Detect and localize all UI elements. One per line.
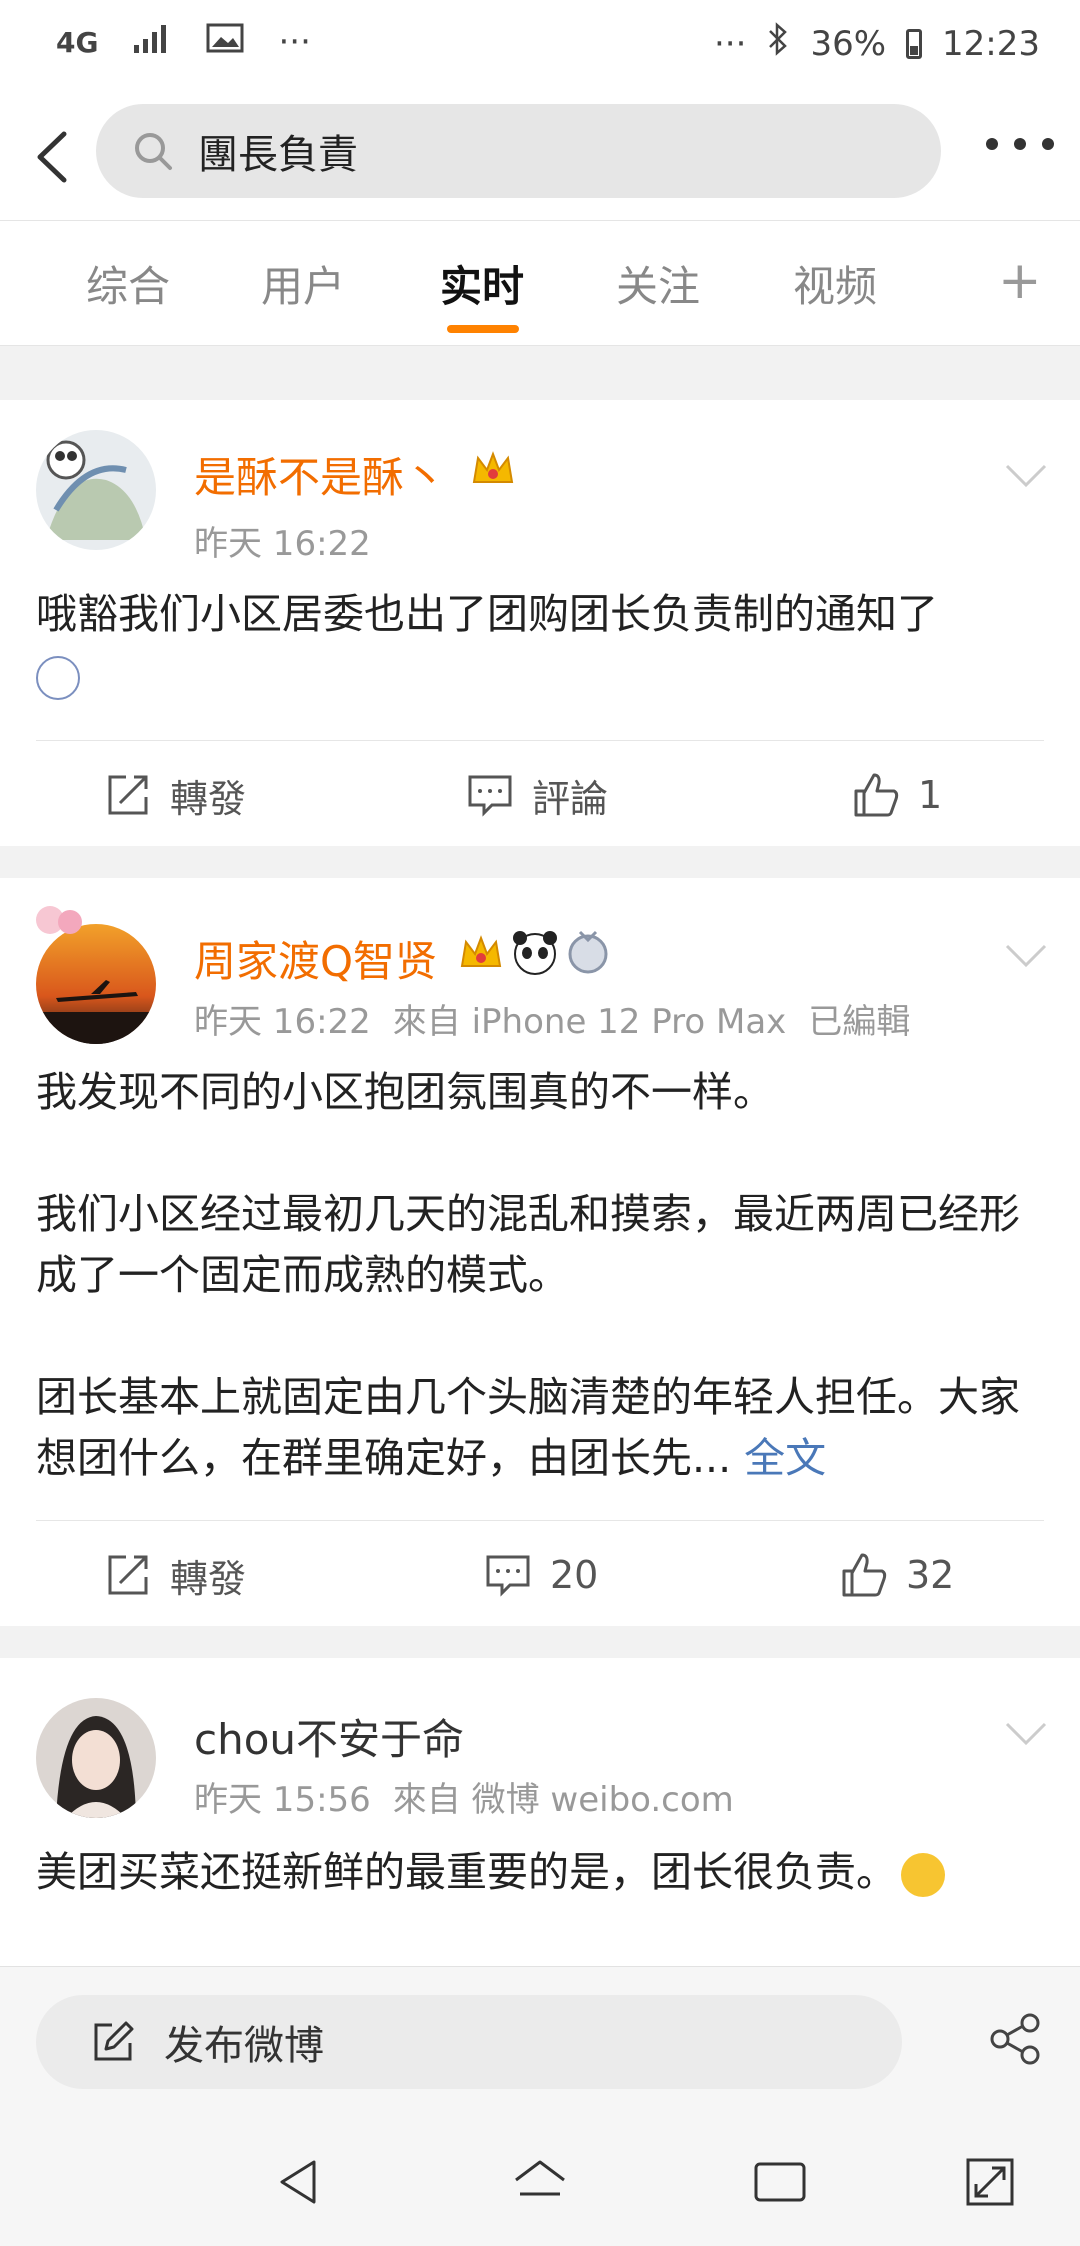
compose-label: 发布微博: [164, 2023, 324, 2069]
search-icon: [135, 133, 172, 170]
comment-button[interactable]: 20: [484, 1520, 598, 1630]
search-input[interactable]: 團長負責: [96, 104, 941, 198]
nav-recents-icon[interactable]: [748, 2150, 812, 2214]
back-arrow-icon[interactable]: [22, 112, 82, 202]
repost-label: 轉發: [170, 1556, 247, 1601]
comment-label: 評論: [532, 776, 609, 821]
post-text: 哦豁我们小区居委也出了团购团长负责制的通知了: [36, 584, 1046, 706]
compose-weibo-button[interactable]: 发布微博: [36, 1995, 902, 2089]
signal-icon: [132, 22, 172, 62]
post-card[interactable]: 周家渡Q智贤 昨天 16:22 來自 iPhone 12 Pro Max 已編輯 我…: [0, 878, 1080, 1626]
edited-label: 已編輯: [808, 1002, 911, 1042]
thumbs-up-icon: [842, 1553, 887, 1597]
tab-users[interactable]: 用户: [261, 253, 345, 314]
post-card[interactable]: chou不安于命 昨天 15:56 來自 微博 weibo.com 美团买菜还挺新…: [0, 1658, 1080, 1966]
post-paragraph: 我们小区经过最初几天的混乱和摸索，最近两周已经形成了一个固定而成熟的模式。: [36, 1190, 1020, 1299]
tab-video[interactable]: 视频: [793, 253, 877, 314]
like-count: 1: [918, 773, 943, 817]
post-time: 昨天 15:56: [194, 1780, 371, 1820]
post-paragraph: 我发现不同的小区抱团氛围真的不一样。: [36, 1068, 774, 1116]
nav-home-icon[interactable]: [508, 2150, 572, 2214]
decoration-icon: [30, 900, 90, 954]
post-source: 來自 微博 weibo.com: [392, 1780, 734, 1820]
repost-button[interactable]: 轉發: [104, 1520, 246, 1630]
crown-badge-icon: [458, 932, 504, 978]
battery-icon: [906, 28, 923, 59]
image-icon: [206, 22, 244, 62]
post-text-content: 哦豁我们小区居委也出了团购团长负责制的通知了: [36, 590, 938, 638]
battery-percent: 36%: [810, 23, 887, 64]
bluetooth-icon: [766, 22, 790, 65]
tab-comprehensive[interactable]: 综合: [86, 253, 170, 314]
avatar[interactable]: [36, 1698, 156, 1818]
chevron-down-icon[interactable]: [1004, 462, 1048, 490]
laughing-emoji-icon: [901, 1853, 945, 1897]
panda-badge-icon: [510, 928, 560, 980]
post-text: 我发现不同的小区抱团氛围真的不一样。 我们小区经过最初几天的混乱和摸索，最近两周…: [36, 1062, 1046, 1489]
post-source: 來自 iPhone 12 Pro Max: [392, 1002, 787, 1042]
tab-add-button[interactable]: +: [998, 251, 1042, 311]
post-meta: 昨天 15:56 來自 微博 weibo.com: [194, 1772, 756, 1821]
share-icon[interactable]: [988, 2011, 1044, 2067]
like-button[interactable]: 1: [852, 740, 942, 850]
status-bar: 4G ··· ··· 36% 12:23: [0, 0, 1080, 96]
more-options-icon[interactable]: [986, 138, 1054, 150]
repost-icon: [108, 1555, 148, 1595]
panda-emoji-icon: [36, 656, 80, 700]
search-header: 團長負責: [0, 96, 1080, 220]
tab-realtime[interactable]: 实时: [440, 253, 524, 314]
comment-count: 20: [550, 1553, 599, 1597]
active-tab-indicator: [447, 325, 519, 333]
comment-icon: [486, 1555, 530, 1597]
comment-button[interactable]: 評論: [466, 740, 608, 850]
medal-badge-icon: [566, 928, 610, 980]
nav-back-icon[interactable]: [268, 2150, 332, 2214]
repost-button[interactable]: 轉發: [104, 740, 246, 850]
post-time: 昨天 16:22: [194, 524, 371, 564]
status-right-dots: ···: [714, 23, 747, 64]
system-nav-bar: [0, 2120, 1080, 2246]
tab-bar: 综合 用户 实时 关注 视频 +: [0, 220, 1080, 346]
repost-label: 轉發: [170, 776, 247, 821]
post-actions: 轉發 評論 1: [0, 740, 1080, 850]
status-more-dots: ···: [278, 22, 311, 62]
compose-bar: 发布微博: [0, 1966, 1080, 2121]
post-text: 美团买菜还挺新鲜的最重要的是，团长很负责。: [36, 1842, 1046, 1903]
full-text-link[interactable]: 全文: [744, 1434, 826, 1482]
network-indicator: 4G: [56, 25, 99, 59]
post-text-content: 美团买菜还挺新鲜的最重要的是，团长很负责。: [36, 1848, 897, 1896]
username[interactable]: 周家渡Q智贤: [194, 928, 437, 989]
repost-icon: [108, 775, 148, 815]
post-time: 昨天 16:22: [194, 1002, 371, 1042]
tab-following[interactable]: 关注: [616, 253, 700, 314]
nav-expand-icon[interactable]: [958, 2150, 1022, 2214]
chevron-down-icon[interactable]: [1004, 1720, 1048, 1748]
post-actions: 轉發 20 32: [0, 1520, 1080, 1630]
like-count: 32: [906, 1553, 955, 1597]
comment-icon: [468, 775, 512, 817]
post-meta: 昨天 16:22 來自 iPhone 12 Pro Max 已編輯: [194, 994, 932, 1043]
search-query: 團長負責: [198, 132, 358, 178]
username[interactable]: 是酥不是酥丶: [194, 444, 446, 505]
chevron-down-icon[interactable]: [1004, 942, 1048, 970]
status-time: 12:23: [942, 23, 1040, 64]
avatar[interactable]: [36, 430, 156, 550]
post-meta: 昨天 16:22: [194, 516, 393, 565]
edit-icon: [94, 2021, 134, 2061]
post-card[interactable]: 是酥不是酥丶 昨天 16:22 哦豁我们小区居委也出了团购团长负责制的通知了 轉…: [0, 400, 1080, 846]
crown-badge-icon: [470, 448, 516, 494]
thumbs-up-icon: [854, 773, 899, 817]
post-paragraph: 团长基本上就固定由几个头脑清楚的年轻人担任。大家想团什么，在群里确定好，由团长先…: [36, 1373, 1020, 1482]
like-button[interactable]: 32: [840, 1520, 954, 1630]
username[interactable]: chou不安于命: [194, 1706, 464, 1767]
